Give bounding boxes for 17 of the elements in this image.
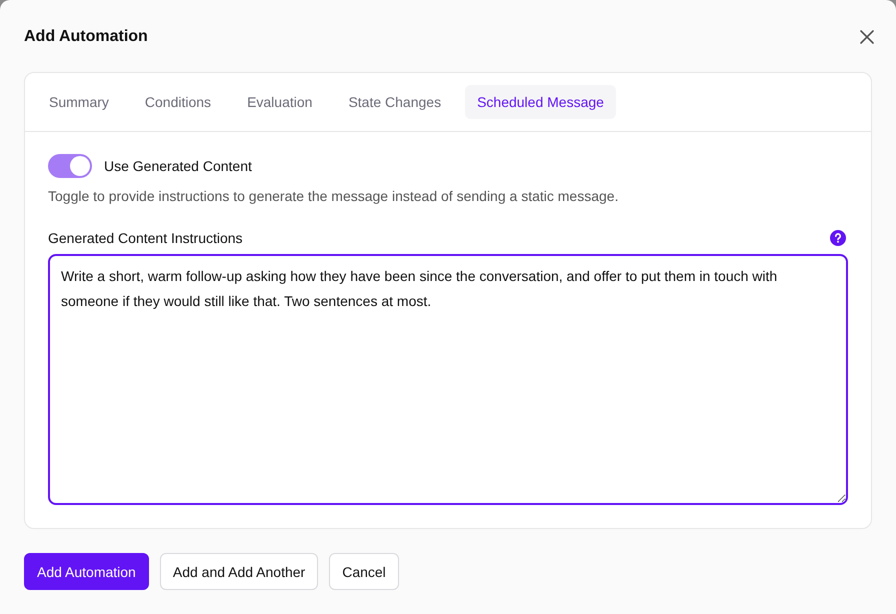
tab[interactable]: Conditions — [132, 85, 224, 119]
help-icon[interactable] — [830, 230, 846, 246]
tab[interactable]: Summary — [37, 85, 121, 119]
tab[interactable]: Scheduled Message — [465, 85, 616, 119]
toggle-description: Toggle to provide instructions to generate the message instead of sending a static message. — [48, 188, 620, 204]
field-label: Generated Content Instructions — [48, 230, 243, 246]
tab[interactable]: State Changes — [336, 85, 454, 119]
tab[interactable]: Evaluation — [235, 85, 324, 119]
dialog-button[interactable]: Add and Add Another — [160, 553, 318, 590]
dialog-button[interactable]: Add Automation — [24, 553, 149, 590]
dialog-button[interactable]: Cancel — [329, 553, 399, 590]
toggle-label: Use Generated Content — [104, 158, 252, 174]
instructions-field[interactable]: Write a short, warm follow-up asking how they have been since the conversation, and offer to put them in touch with someone if they would still like that. Two sentences at most. — [48, 254, 848, 505]
close-icon — [858, 28, 876, 46]
dialog-title: Add Automation — [24, 28, 148, 46]
close-button[interactable] — [858, 28, 876, 46]
toggle-switch[interactable] — [48, 154, 92, 178]
